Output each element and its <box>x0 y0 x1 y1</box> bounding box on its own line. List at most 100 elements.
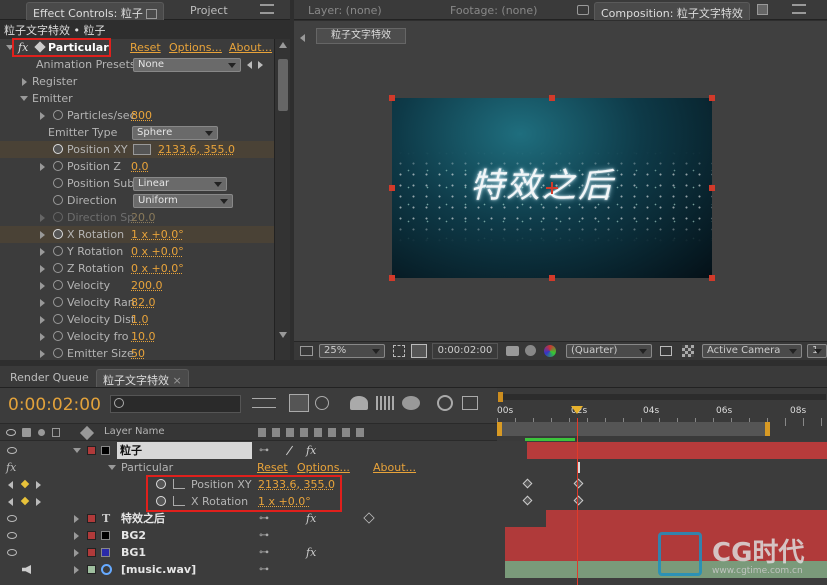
transform-handle[interactable] <box>389 275 395 281</box>
navigator-start-handle[interactable] <box>498 392 503 402</box>
layer-name-column-header[interactable]: Layer Name <box>104 426 165 437</box>
time-navigator-bar[interactable] <box>500 394 826 400</box>
work-area-bar[interactable] <box>499 422 769 436</box>
transform-handle[interactable] <box>709 95 715 101</box>
composition-mini-flowchart-icon[interactable] <box>252 398 276 408</box>
prop-value[interactable]: 0 x +0.0° <box>131 243 184 260</box>
fast-preview-icon[interactable] <box>660 346 672 356</box>
stopwatch-active-icon[interactable] <box>53 144 63 154</box>
stopwatch-icon[interactable] <box>53 280 63 290</box>
audio-speaker-icon[interactable] <box>22 565 31 574</box>
expand-icon[interactable] <box>40 282 45 290</box>
prop-value[interactable]: 0.0 <box>131 158 149 175</box>
transform-handle[interactable] <box>709 185 715 191</box>
layer-name[interactable]: [music.wav] <box>121 561 196 578</box>
fx-switch-icon[interactable]: fx <box>306 442 316 459</box>
register-row[interactable]: Register <box>0 73 274 90</box>
transform-handle[interactable] <box>709 275 715 281</box>
fx-icon[interactable]: fx <box>6 459 16 476</box>
lock-icon[interactable] <box>577 5 589 15</box>
shy-switch-icon[interactable]: ⊶ <box>259 561 269 578</box>
work-area-start[interactable] <box>497 422 502 436</box>
preset-next-icon[interactable] <box>258 61 263 69</box>
add-keyframe-icon[interactable] <box>20 496 30 506</box>
expand-icon[interactable] <box>40 333 45 341</box>
layer-name[interactable]: 粒子 <box>117 442 252 459</box>
prop-value[interactable]: 1 x +0.0° <box>131 226 184 243</box>
next-keyframe-icon[interactable] <box>36 498 41 506</box>
3d-layer-icon[interactable] <box>363 512 375 524</box>
options-link[interactable]: Options... <box>297 459 350 476</box>
scroll-up-icon[interactable] <box>279 42 287 48</box>
prop-value[interactable]: 1.0 <box>131 311 149 328</box>
zoom-dropdown[interactable]: 25% <box>319 344 385 358</box>
prev-keyframe-icon[interactable] <box>8 481 13 489</box>
layer-expand-icon[interactable] <box>74 515 79 523</box>
shy-switch-icon[interactable]: ⊶ <box>259 544 269 561</box>
shy-switch-icon[interactable]: ⊶ <box>259 442 269 459</box>
time-ruler[interactable]: 00s 02s 04s 06s 08s <box>497 388 827 441</box>
draft-3d-icon[interactable] <box>289 394 309 412</box>
prop-value[interactable]: 2133.6, 355.0 <box>158 141 235 158</box>
prop-value[interactable]: 10.0 <box>131 328 156 345</box>
graph-editor-icon[interactable] <box>462 396 478 410</box>
transparency-grid-icon[interactable] <box>411 344 427 358</box>
stopwatch-icon[interactable] <box>53 161 63 171</box>
prop-value[interactable]: 82.0 <box>131 294 156 311</box>
fx-switch-icon[interactable]: fx <box>306 510 316 527</box>
expand-icon[interactable] <box>40 299 45 307</box>
layer-name[interactable]: BG2 <box>121 527 146 544</box>
point-control-icon[interactable] <box>133 144 151 155</box>
brainstorm-icon[interactable] <box>402 396 420 410</box>
effect-expand-icon[interactable] <box>108 465 116 470</box>
hide-shy-layers-icon[interactable] <box>315 396 329 410</box>
stopwatch-icon[interactable] <box>53 195 63 205</box>
emitter-type-dropdown[interactable]: Sphere <box>132 126 218 140</box>
region-of-interest-icon[interactable] <box>393 345 405 357</box>
about-link[interactable]: About... <box>373 459 416 476</box>
layer-expand-icon[interactable] <box>74 532 79 540</box>
stopwatch-icon[interactable] <box>53 314 63 324</box>
expand-icon[interactable] <box>40 265 45 273</box>
direction-dropdown[interactable]: Uniform <box>133 194 233 208</box>
expand-icon[interactable] <box>40 248 45 256</box>
layer-search-input[interactable] <box>110 395 241 413</box>
motion-blur-icon[interactable] <box>376 396 394 410</box>
color-channel-icon[interactable] <box>544 345 556 357</box>
label-color-swatch[interactable] <box>87 514 96 523</box>
stopwatch-icon[interactable] <box>53 178 63 188</box>
about-link[interactable]: About... <box>229 39 272 56</box>
expand-icon[interactable] <box>40 231 45 239</box>
transform-handle[interactable] <box>549 95 555 101</box>
stopwatch-active-icon[interactable] <box>53 229 63 239</box>
comp-dropdown-icon[interactable] <box>757 4 768 15</box>
visibility-eye-icon[interactable] <box>7 515 17 522</box>
register-expand-icon[interactable] <box>22 78 27 86</box>
always-preview-icon[interactable] <box>300 346 313 356</box>
add-keyframe-icon[interactable] <box>20 479 30 489</box>
visibility-eye-icon[interactable] <box>7 532 17 539</box>
prop-value[interactable]: 0 x +0.0° <box>131 260 184 277</box>
stopwatch-icon[interactable] <box>53 246 63 256</box>
emitter-row[interactable]: Emitter <box>0 90 274 107</box>
stopwatch-icon[interactable] <box>53 263 63 273</box>
position-sub-dropdown[interactable]: Linear <box>133 177 227 191</box>
playhead-icon[interactable] <box>571 406 583 414</box>
tab-effect-controls[interactable]: Effect Controls: 粒子 <box>26 2 165 20</box>
layer-expand-icon[interactable] <box>74 566 79 574</box>
scroll-down-icon[interactable] <box>279 332 287 338</box>
prop-value[interactable]: 200.0 <box>131 277 163 294</box>
fx-switch-icon[interactable]: fx <box>306 544 316 561</box>
expand-icon[interactable] <box>40 112 45 120</box>
transform-handle[interactable] <box>389 95 395 101</box>
stopwatch-icon[interactable] <box>53 348 63 358</box>
expand-icon[interactable] <box>40 214 45 222</box>
work-area-end[interactable] <box>765 422 770 436</box>
expand-icon[interactable] <box>40 163 45 171</box>
layer-duration-bar[interactable] <box>546 510 827 527</box>
emitter-expand-icon[interactable] <box>20 96 28 101</box>
options-link[interactable]: Options... <box>169 39 222 56</box>
tab-footage[interactable]: Footage: (none) <box>444 2 543 20</box>
toggle-transparency-grid-icon[interactable] <box>682 345 694 357</box>
frame-blending-icon[interactable] <box>350 396 368 410</box>
